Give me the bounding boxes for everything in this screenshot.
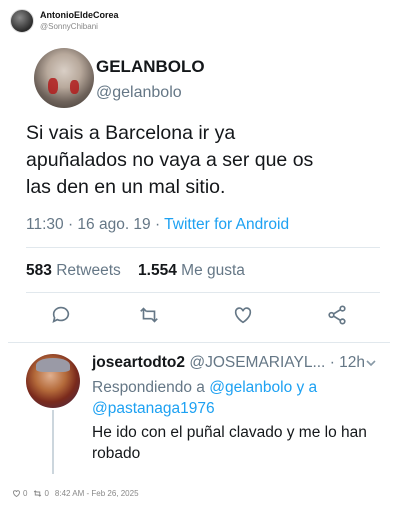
- tweet-text-line: las den en un mal sitio.: [26, 176, 226, 198]
- tweet-meta: 11:30 · 16 ago. 19 · Twitter for Android: [26, 216, 289, 234]
- retweet-icon: [138, 304, 164, 330]
- outer-author: AntonioEldeCorea @SonnyChibani: [40, 10, 119, 32]
- mention: @gelanbolo: [209, 379, 293, 396]
- replying-join: y a: [292, 379, 318, 396]
- tweet-stats: 583 Retweets 1.554 Me gusta: [26, 262, 245, 280]
- tweet-text-line: apuñalados no vaya a ser que os: [26, 149, 314, 171]
- replying-to: Respondiendo a @gelanbolo y a @pastanaga…: [92, 377, 382, 419]
- tweet-source: Twitter for Android: [164, 216, 290, 233]
- reply-header: joseartodto2 @JOSEMARIAYL... · 12h: [92, 354, 365, 372]
- reply-text-line: He ido con el puñal clavado y me lo han: [92, 424, 367, 441]
- divider: [26, 247, 380, 248]
- replying-prefix: Respondiendo a: [92, 379, 210, 396]
- reply-avatar: [26, 354, 80, 408]
- chevron-down-icon: [364, 356, 378, 370]
- like-icon: [13, 489, 20, 497]
- tweet-avatar: [34, 48, 94, 108]
- avatar[interactable]: [10, 9, 34, 33]
- reply-icon: [50, 304, 76, 330]
- mention: @pastanaga1976: [92, 400, 215, 417]
- tweet-author-handle: @gelanbolo: [96, 84, 182, 101]
- reply-text: He ido con el puñal clavado y me lo han …: [92, 422, 382, 464]
- outer-retweet-count: 0: [44, 488, 49, 498]
- tweet-author-name: GELANBOLO: [96, 57, 205, 76]
- retweets-count: 583: [26, 262, 52, 279]
- outer-tweet-header: AntonioEldeCorea @SonnyChibani: [10, 8, 119, 34]
- tweet-text: Si vais a Barcelona ir ya apuñalados no …: [26, 120, 376, 201]
- tweet-text-line: Si vais a Barcelona ir ya: [26, 122, 236, 144]
- tweet-time: 11:30 · 16 ago. 19 ·: [26, 216, 165, 233]
- reply-author-handle: @JOSEMARIAYL...: [189, 354, 326, 371]
- author-name[interactable]: AntonioEldeCorea: [40, 10, 119, 21]
- outer-like-count: 0: [23, 488, 28, 498]
- reply-time: · 12h: [329, 354, 366, 371]
- share-icon: [326, 304, 352, 330]
- outer-tweet-footer: 0 0 8:42 AM - Feb 26, 2025: [12, 486, 145, 500]
- author-handle[interactable]: @SonnyChibani: [40, 21, 119, 32]
- likes-label: Me gusta: [181, 262, 245, 279]
- like-icon: [232, 304, 258, 330]
- divider: [26, 292, 380, 293]
- reply-text-line: robado: [92, 445, 141, 462]
- likes-count: 1.554: [138, 262, 177, 279]
- divider: [8, 342, 390, 343]
- tweet-actions: [26, 304, 366, 332]
- tweet-screenshot-image: GELANBOLO @gelanbolo Si vais a Barcelona…: [8, 42, 390, 482]
- reply-author-name: joseartodto2: [92, 354, 186, 371]
- outer-timestamp[interactable]: 8:42 AM - Feb 26, 2025: [55, 489, 139, 498]
- outer-like-button[interactable]: 0: [12, 489, 27, 498]
- retweet-icon: [34, 489, 42, 497]
- thread-line: [52, 410, 54, 474]
- retweets-label: Retweets: [56, 262, 121, 279]
- outer-retweet-button[interactable]: 0: [33, 488, 49, 498]
